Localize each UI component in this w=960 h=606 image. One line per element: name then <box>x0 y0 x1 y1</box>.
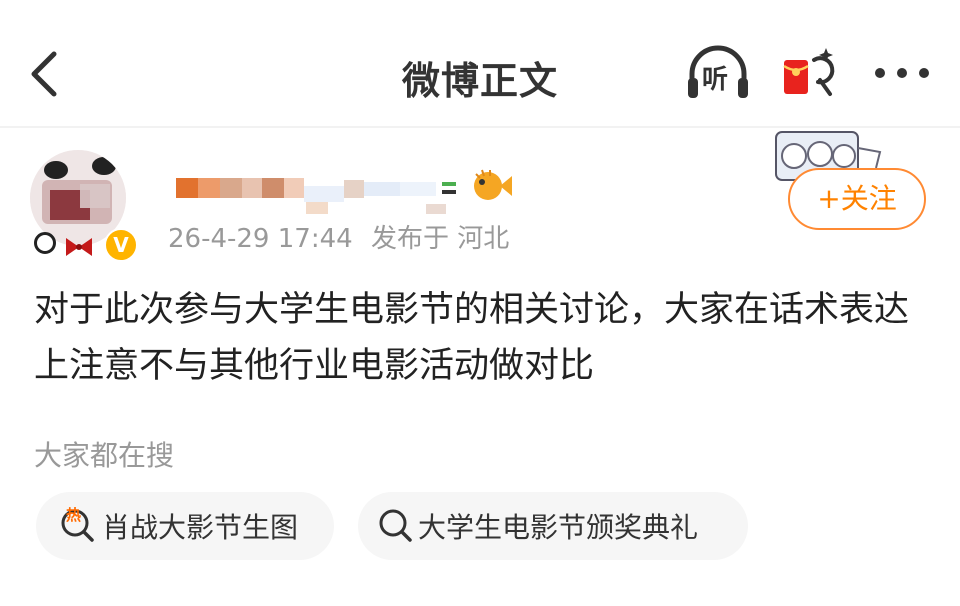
search-tag-label: 大学生电影节颁奖典礼 <box>418 511 699 544</box>
search-tag-label: 肖战大影节生图 <box>102 511 299 544</box>
top-nav-bar: 微博正文 听 <box>0 0 960 128</box>
search-tag-1[interactable]: 热 肖战大影节生图 <box>36 492 334 560</box>
post-location: 发布于 河北 <box>370 224 510 254</box>
post-timestamp: 26-4-29 17:44 <box>168 224 353 254</box>
more-options-button[interactable] <box>872 56 932 90</box>
post-meta: 26-4-29 17:44 发布于 河北 <box>168 218 519 255</box>
bow-decoration-icon <box>66 238 92 256</box>
red-packet-button[interactable] <box>780 42 840 106</box>
avatar-decoration <box>34 232 56 254</box>
trending-section-title: 大家都在搜 <box>34 439 175 472</box>
follow-button[interactable]: +关注 <box>788 168 926 230</box>
more-dots-icon <box>875 68 929 78</box>
author-name-redacted[interactable] <box>176 170 476 216</box>
hot-badge: 热 <box>66 506 82 524</box>
listen-button[interactable]: 听 <box>684 44 752 104</box>
verified-badge: V <box>104 228 138 262</box>
search-icon <box>379 509 412 542</box>
red-packet-icon <box>783 48 835 96</box>
fish-emoji-icon <box>474 169 512 200</box>
listen-label: 听 <box>702 65 729 95</box>
search-tag-2[interactable]: 大学生电影节颁奖典礼 <box>358 492 748 560</box>
post-content: 对于此次参与大学生电影节的相关讨论，大家在话术表达上注意不与其他行业电影活动做对… <box>34 290 910 386</box>
